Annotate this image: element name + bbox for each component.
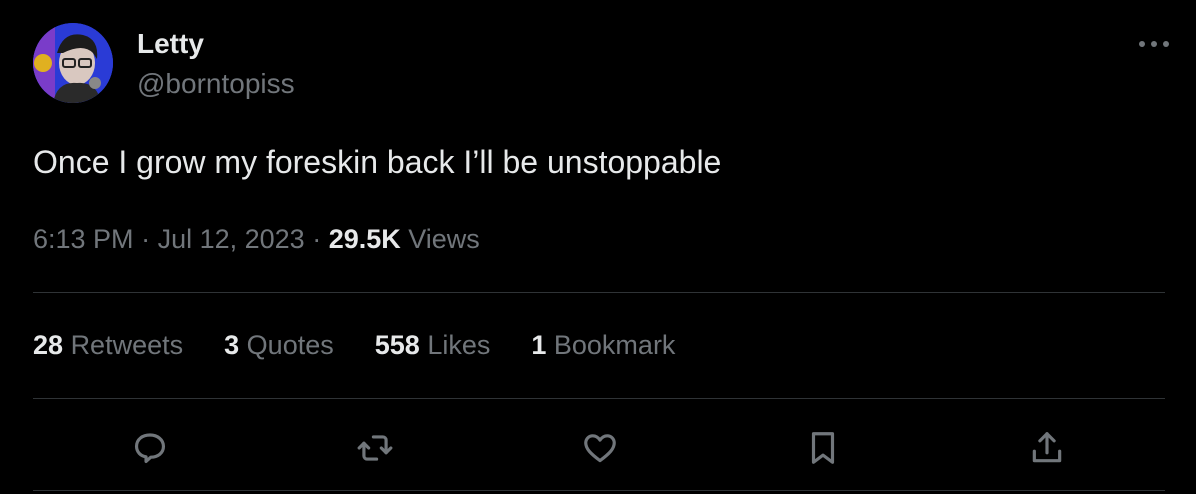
tweet-actions xyxy=(0,420,1196,476)
likes-label: Likes xyxy=(427,330,491,360)
meta-separator: · xyxy=(304,224,329,254)
bookmarks-stat[interactable]: 1 Bookmark xyxy=(531,330,675,361)
divider xyxy=(33,292,1165,293)
share-icon xyxy=(1032,432,1062,463)
reply-button[interactable] xyxy=(122,420,178,476)
quotes-label: Quotes xyxy=(246,330,334,360)
divider xyxy=(33,398,1165,399)
bookmarks-count: 1 xyxy=(531,330,547,360)
retweets-stat[interactable]: 28 Retweets xyxy=(33,330,183,361)
avatar-image xyxy=(33,23,113,103)
quotes-count: 3 xyxy=(224,330,240,360)
reply-icon xyxy=(134,433,166,464)
bookmark-button[interactable] xyxy=(795,420,851,476)
divider xyxy=(33,490,1165,491)
views-count: 29.5K xyxy=(328,224,401,254)
share-button[interactable] xyxy=(1019,420,1075,476)
retweets-label: Retweets xyxy=(70,330,184,360)
views-label: Views xyxy=(408,224,480,254)
retweet-button[interactable] xyxy=(347,420,403,476)
tweet-text: Once I grow my foreskin back I’ll be uns… xyxy=(33,144,722,180)
like-button[interactable] xyxy=(572,420,628,476)
bookmarks-label: Bookmark xyxy=(553,330,676,360)
retweet-icon xyxy=(357,435,393,461)
author-handle[interactable]: @borntopiss xyxy=(137,68,295,100)
meta-separator: · xyxy=(133,224,158,254)
likes-count: 558 xyxy=(374,330,420,360)
more-options-button[interactable] xyxy=(1134,30,1174,58)
avatar[interactable] xyxy=(33,23,113,103)
quotes-stat[interactable]: 3 Quotes xyxy=(224,330,334,361)
heart-icon xyxy=(584,434,616,463)
author-display-name[interactable]: Letty xyxy=(137,28,204,60)
bookmark-icon xyxy=(811,432,835,464)
tweet-time[interactable]: 6:13 PM xyxy=(33,224,134,254)
engagement-stats: 28 Retweets 3 Quotes 558 Likes 1 Bookmar… xyxy=(33,330,675,361)
likes-stat[interactable]: 558 Likes xyxy=(375,330,491,361)
tweet-meta: 6:13 PM · Jul 12, 2023 · 29.5K Views xyxy=(33,224,480,255)
more-horizontal-icon xyxy=(1139,41,1169,47)
tweet-date[interactable]: Jul 12, 2023 xyxy=(158,224,305,254)
retweets-count: 28 xyxy=(33,330,64,360)
